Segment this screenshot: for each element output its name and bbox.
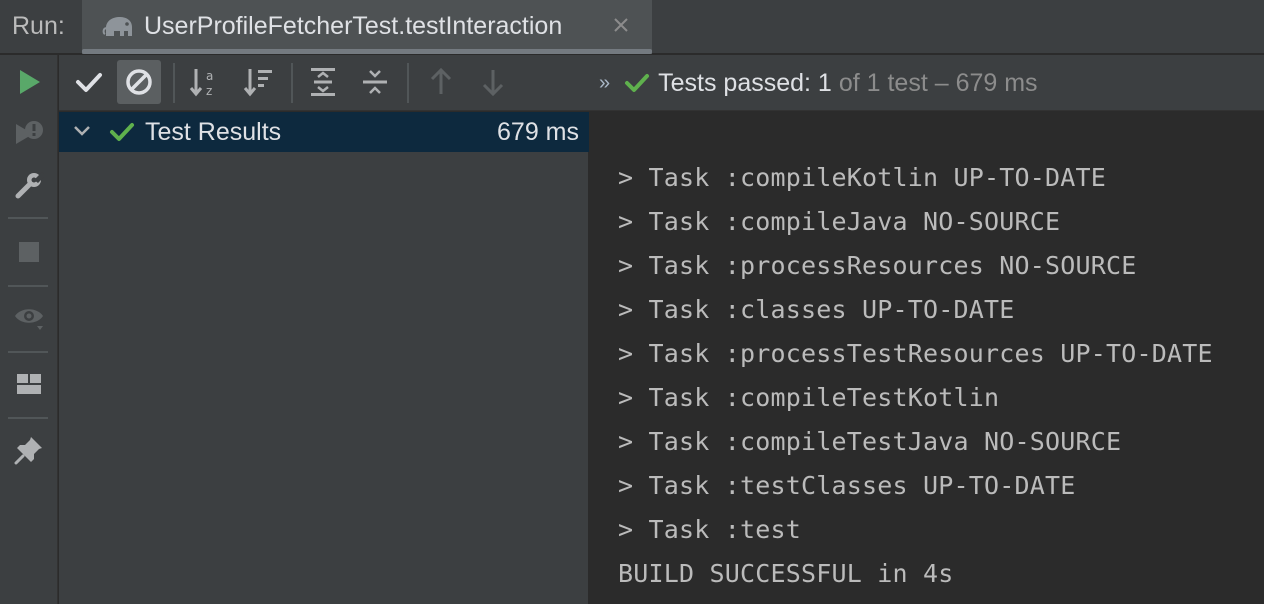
- settings-button[interactable]: [10, 167, 48, 205]
- divider: [8, 417, 48, 419]
- console-line: > Task :testClasses UP-TO-DATE: [618, 471, 1076, 500]
- collapse-all-button[interactable]: [353, 60, 397, 104]
- tab-selected-indicator: [82, 49, 652, 54]
- sort-by-duration-button[interactable]: [237, 60, 281, 104]
- stop-icon: [19, 242, 39, 262]
- show-preview-button[interactable]: [10, 299, 48, 337]
- check-icon: [625, 74, 650, 92]
- left-toolbar: [0, 55, 58, 604]
- rerun-button[interactable]: [10, 63, 48, 101]
- svg-text:a: a: [206, 69, 213, 83]
- console-line: > Task :compileJava NO-SOURCE: [618, 207, 1061, 236]
- next-failed-icon: [482, 70, 504, 97]
- console-line: > Task :processTestResources UP-TO-DATE: [618, 339, 1213, 368]
- show-ignored-button[interactable]: [117, 60, 161, 104]
- check-icon: [110, 123, 134, 141]
- tree-node-duration: 679 ms: [497, 118, 579, 146]
- previous-failed-button[interactable]: [419, 60, 463, 104]
- gradle-elephant-icon: [102, 17, 132, 36]
- show-preview-eye-icon: [15, 309, 43, 330]
- pin-button[interactable]: [10, 431, 48, 469]
- console-line: > Task :classes UP-TO-DATE: [618, 295, 1015, 324]
- sort-by-duration-icon: [243, 69, 272, 97]
- run-label: Run:: [12, 12, 65, 40]
- layout-button[interactable]: [10, 365, 48, 403]
- console-line: > Task :compileTestKotlin: [618, 383, 1000, 412]
- run-tool-window-header: Run: UserProfileFetcherTest.testInteract…: [0, 0, 1264, 54]
- test-toolbar: a z » Tests passed: 1 of 1 test – 679 ms: [59, 55, 1264, 111]
- sort-alphabetically-icon: a z: [189, 69, 213, 98]
- settings-wrench-icon: [15, 172, 44, 199]
- console-line: > Task :compileKotlin UP-TO-DATE: [618, 163, 1107, 192]
- divider: [291, 63, 293, 103]
- previous-failed-icon: [430, 67, 452, 94]
- divider: [8, 351, 48, 353]
- pin-icon: [14, 437, 42, 465]
- chevron-down-icon[interactable]: [71, 120, 93, 142]
- expand-all-button[interactable]: [301, 60, 345, 104]
- console-line: > Task :processResources NO-SOURCE: [618, 251, 1137, 280]
- tests-passed-count: Tests passed: 1: [658, 68, 832, 97]
- console-line: BUILD SUCCESSFUL in 4s: [618, 559, 954, 588]
- more-actions-chevron[interactable]: »: [599, 72, 610, 95]
- sort-alphabetically-button[interactable]: a z: [183, 60, 227, 104]
- console-output[interactable]: > Task :compileKotlin UP-TO-DATE > Task …: [590, 112, 1264, 604]
- expand-all-icon: [311, 68, 335, 96]
- console-line: > Task :compileTestJava NO-SOURCE: [618, 427, 1122, 456]
- divider: [407, 63, 409, 103]
- divider: [173, 63, 175, 103]
- tree-node-test-results[interactable]: Test Results 679 ms: [59, 112, 589, 152]
- console-line: > Task :test: [618, 515, 802, 544]
- rerun-failed-icon: [16, 121, 43, 144]
- test-status: » Tests passed: 1 of 1 test – 679 ms: [599, 65, 1038, 101]
- show-passed-button[interactable]: [67, 60, 111, 104]
- svg-text:z: z: [206, 84, 212, 98]
- tab-run-configuration[interactable]: UserProfileFetcherTest.testInteraction: [82, 0, 652, 54]
- tests-summary: of 1 test – 679 ms: [838, 68, 1038, 97]
- show-ignored-icon: [126, 69, 152, 95]
- stop-button[interactable]: [10, 233, 48, 271]
- test-results-tree: Test Results 679 ms: [59, 112, 589, 604]
- show-passed-icon: [76, 73, 102, 92]
- tree-node-label: Test Results: [145, 118, 282, 146]
- tab-title: UserProfileFetcherTest.testInteraction: [144, 12, 563, 40]
- next-failed-button[interactable]: [471, 60, 515, 104]
- close-icon[interactable]: [610, 14, 632, 36]
- divider: [8, 217, 48, 219]
- rerun-failed-button[interactable]: [10, 115, 48, 153]
- rerun-icon: [20, 70, 40, 94]
- layout-icon: [17, 374, 41, 394]
- collapse-all-icon: [363, 70, 387, 94]
- divider: [8, 285, 48, 287]
